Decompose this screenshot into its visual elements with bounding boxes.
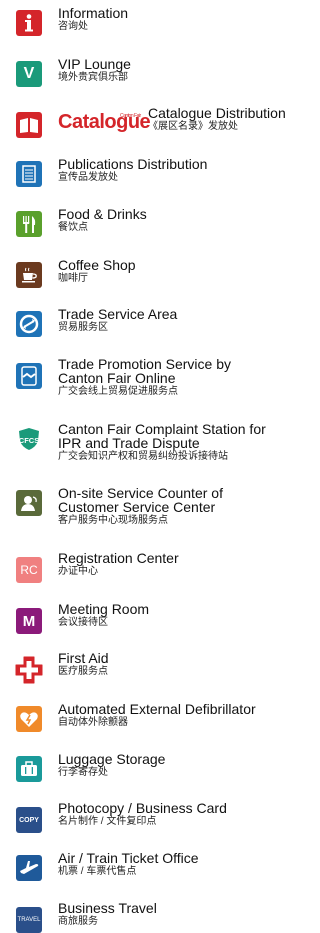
- copy-label: COPY: [19, 816, 39, 824]
- publication-icon: [16, 161, 42, 187]
- legend-label-en: Registration Center: [58, 550, 179, 566]
- legend-label-en: Food & Drinks: [58, 206, 147, 222]
- legend-text: Food & Drinks 餐饮点: [58, 207, 312, 234]
- luggage-icon: [16, 756, 42, 782]
- legend-label-zh: 客户服务中心现场服务点: [58, 515, 168, 526]
- legend-text: Catalogue Distribution 《展区名录》发放处: [148, 106, 312, 133]
- vip-icon: V: [16, 61, 42, 87]
- legend-label-en: Meeting Room: [58, 601, 150, 617]
- legend-text: Photocopy / Business Card 名片制作 / 文件复印点: [58, 801, 312, 828]
- legend-label-zh: 《展区名录》发放处: [148, 121, 238, 132]
- legend-text: Coffee Shop 咖啡厅: [58, 258, 312, 285]
- legend-text: Information 咨询处: [58, 6, 312, 33]
- legend-label-zh: 自动体外除颤器: [58, 717, 128, 728]
- legend-label-zh: 咖啡厅: [58, 273, 88, 284]
- facility-legend: Information 咨询处 V VIP Lounge 境外贵宾俱乐部 Can…: [0, 0, 316, 933]
- legend-label-en: Air / Train Ticket Office: [58, 850, 199, 866]
- legend-text: Publications Distribution 宣传品发放处: [58, 157, 312, 184]
- legend-label-zh: 贸易服务区: [58, 322, 108, 333]
- legend-label-en: Luggage Storage: [58, 751, 166, 767]
- legend-label-en: Automated External Defibrillator: [58, 701, 256, 717]
- legend-label-en: Canton Fair Complaint Station for IPR an…: [58, 421, 266, 451]
- legend-text: Business Travel 商旅服务: [58, 901, 312, 928]
- legend-text: Registration Center 办证中心: [58, 551, 312, 578]
- catalogue-logo: Canton Fair Catalogue: [58, 112, 151, 132]
- meeting-label: M: [22, 612, 36, 630]
- book-icon: [16, 112, 42, 138]
- legend-label-en: Trade Service Area: [58, 306, 178, 322]
- legend-label-zh: 咨询处: [58, 21, 88, 32]
- legend-label-zh: 办证中心: [58, 566, 98, 577]
- travel-label: TRAVEL: [17, 917, 41, 923]
- legend-text: Air / Train Ticket Office 机票 / 车票代售点: [58, 851, 312, 878]
- legend-label-zh: 名片制作 / 文件复印点: [58, 816, 157, 827]
- legend-label-zh: 广交会线上贸易促进服务点: [58, 386, 178, 397]
- legend-label-en: Publications Distribution: [58, 156, 208, 172]
- legend-text: Trade Promotion Service by Canton Fair O…: [58, 357, 312, 398]
- customer-service-icon: [16, 490, 42, 516]
- legend-label-zh: 广交会知识产权和贸易纠纷投诉接待站: [58, 451, 228, 462]
- legend-text: VIP Lounge 境外贵宾俱乐部: [58, 57, 312, 84]
- legend-label-zh: 会议接待区: [58, 617, 108, 628]
- legend-label-en: Information: [58, 5, 129, 21]
- legend-text: On-site Service Counter of Customer Serv…: [58, 486, 312, 527]
- legend-label-en: On-site Service Counter of Customer Serv…: [58, 485, 223, 515]
- legend-label-en: Coffee Shop: [58, 257, 136, 273]
- legend-label-en: VIP Lounge: [58, 56, 131, 72]
- cfcs-shield-icon: CFCS: [16, 426, 42, 452]
- legend-text: First Aid 医疗服务点: [58, 651, 312, 678]
- coffee-icon: [16, 262, 42, 288]
- legend-text: Canton Fair Complaint Station for IPR an…: [58, 422, 312, 463]
- legend-label-zh: 宣传品发放处: [58, 172, 118, 183]
- cfcs-label: CFCS: [19, 436, 39, 445]
- legend-label-zh: 商旅服务: [58, 916, 98, 927]
- legend-label-en: Trade Promotion Service by Canton Fair O…: [58, 356, 231, 386]
- legend-label-zh: 医疗服务点: [58, 666, 108, 677]
- legend-label-en: Photocopy / Business Card: [58, 800, 227, 816]
- legend-label-en: First Aid: [58, 650, 109, 666]
- travel-icon: TRAVEL: [16, 907, 42, 933]
- legend-text: Luggage Storage 行李寄存处: [58, 752, 312, 779]
- catalogue-logo-small: Canton Fair: [120, 113, 141, 119]
- legend-text: Meeting Room 会议接待区: [58, 602, 312, 629]
- trade-service-icon: [16, 311, 42, 337]
- legend-label-en: Catalogue Distribution: [148, 105, 286, 121]
- registration-label: RC: [20, 563, 38, 577]
- copy-icon: COPY: [16, 807, 42, 833]
- registration-icon: RC: [16, 557, 42, 583]
- food-icon: [16, 211, 42, 237]
- legend-text: Trade Service Area 贸易服务区: [58, 307, 312, 334]
- first-aid-icon: [14, 655, 44, 685]
- legend-text: Automated External Defibrillator 自动体外除颤器: [58, 702, 312, 729]
- legend-label-zh: 境外贵宾俱乐部: [58, 72, 128, 83]
- legend-label-zh: 餐饮点: [58, 222, 88, 233]
- legend-label-en: Business Travel: [58, 900, 157, 916]
- legend-label-zh: 行李寄存处: [58, 767, 108, 778]
- info-icon: [16, 10, 42, 36]
- legend-label-zh: 机票 / 车票代售点: [58, 866, 137, 877]
- defibrillator-icon: [16, 706, 42, 732]
- meeting-icon: M: [16, 608, 42, 634]
- plane-icon: [16, 855, 42, 881]
- handshake-icon: [16, 363, 42, 389]
